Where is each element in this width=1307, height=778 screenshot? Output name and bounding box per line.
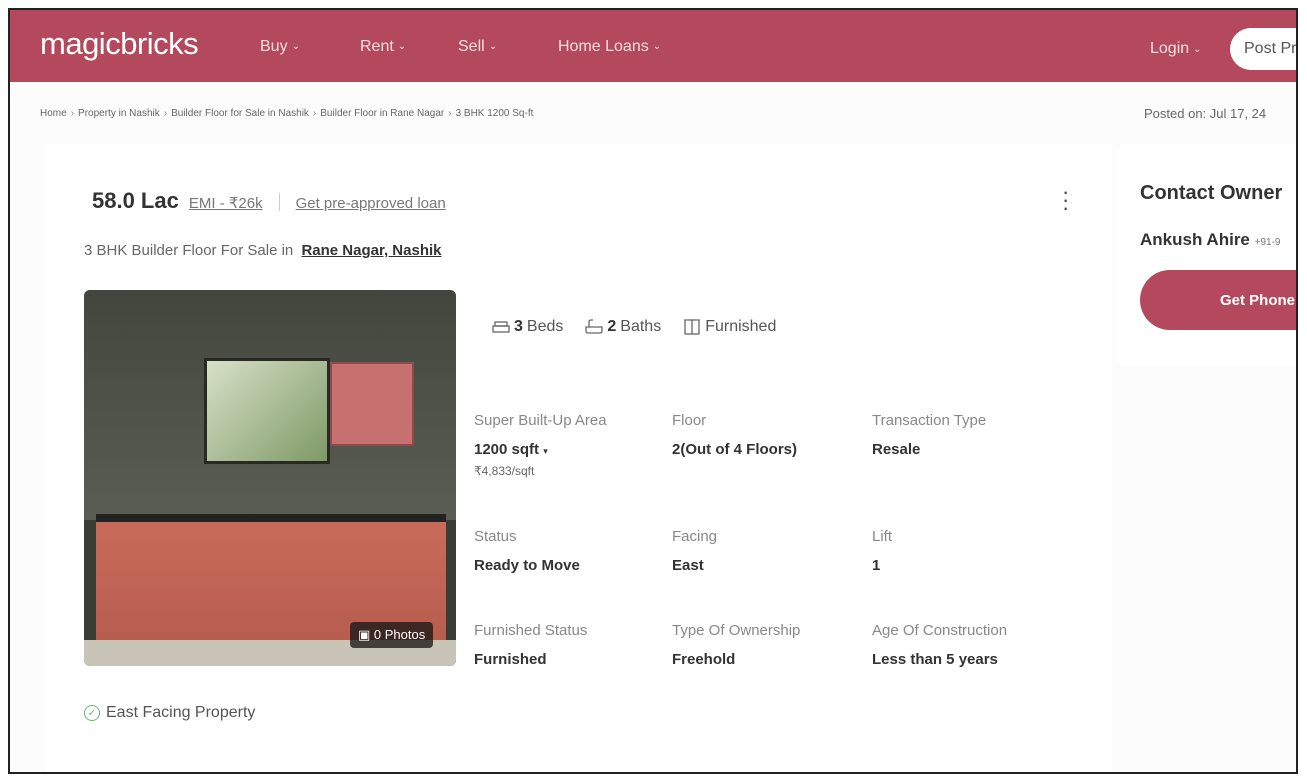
amenities-row: 3 Beds 2 Baths Furnished [492, 318, 776, 336]
detail-label: Transaction Type [872, 412, 987, 429]
breadcrumb-item[interactable]: Builder Floor for Sale in Nashik [171, 108, 309, 119]
contact-title: Contact Owner [1140, 182, 1283, 204]
detail-ownership: Type Of Ownership Freehold [672, 622, 852, 668]
detail-floor: Floor 2(Out of 4 Floors) [672, 412, 852, 458]
listing-card: 58.0 Lac EMI - ₹26k Get pre-approved loa… [46, 144, 1112, 772]
breadcrumb-item-current: 3 BHK 1200 Sq-ft [455, 108, 534, 119]
chevron-down-icon: ▾ [543, 446, 548, 456]
wardrobe-icon [684, 319, 700, 335]
beds-label: Beds [526, 318, 564, 335]
nav-buy[interactable]: Buy ⌄ [260, 38, 300, 56]
price-row: 58.0 Lac EMI - ₹26k Get pre-approved loa… [92, 188, 446, 214]
nav-label: Home Loans [558, 38, 649, 55]
bath-icon [585, 319, 604, 334]
detail-value: 1 [872, 557, 881, 574]
chevron-down-icon: ⌄ [652, 40, 662, 52]
nav-label: Sell [458, 38, 485, 55]
detail-age-of-construction: Age Of Construction Less than 5 years [872, 622, 1052, 668]
detail-label: Floor [672, 412, 707, 429]
breadcrumb-separator: › [448, 108, 452, 119]
chevron-down-icon: ⌄ [397, 40, 407, 52]
chevron-down-icon: ⌄ [291, 40, 300, 52]
emi-link[interactable]: EMI - ₹26k [189, 194, 263, 212]
login-menu[interactable]: Login ⌄ [1150, 40, 1202, 58]
detail-value: Freehold [672, 651, 736, 668]
bed-icon [492, 321, 510, 333]
post-property-button[interactable]: Post Pr [1230, 28, 1296, 70]
photos-count-badge[interactable]: ▣ 0 Photos [350, 622, 434, 648]
location-link[interactable]: Rane Nagar, Nashik [301, 242, 441, 259]
chevron-down-icon: ⌄ [1193, 43, 1202, 55]
breadcrumb-separator: › [163, 108, 168, 119]
nav-label: Rent [360, 38, 394, 55]
detail-value: Less than 5 years [872, 651, 998, 668]
detail-label: Facing [672, 528, 718, 545]
detail-label: Furnished Status [474, 622, 588, 639]
facing-highlight: ✓ East Facing Property [84, 704, 255, 722]
detail-super-built-up-area: Super Built-Up Area 1200 sqft ▾ ₹4,833/s… [474, 412, 654, 478]
posted-date: Posted on: Jul 17, 24 [1144, 106, 1267, 121]
detail-label: Type Of Ownership [672, 622, 801, 639]
breadcrumb-separator: › [312, 108, 317, 119]
breadcrumb-separator: › [70, 108, 75, 119]
browser-frame: magicbricks Buy ⌄ Rent ⌄ Sell ⌄ Home Loans ⌄… [8, 8, 1298, 774]
detail-value: East [672, 557, 704, 574]
baths-count: 2 [607, 318, 617, 335]
detail-value-text: 1200 sqft [474, 441, 540, 458]
gallery-icon: ▣ [358, 627, 371, 642]
photo-cabinet [330, 362, 414, 446]
price-per-sqft: ₹4,833/sqft [474, 464, 535, 478]
breadcrumb-item[interactable]: Builder Floor in Rane Nagar [320, 108, 444, 119]
detail-value: 2(Out of 4 Floors) [672, 441, 797, 458]
detail-facing: Facing East [672, 528, 852, 574]
baths-label: Baths [620, 318, 662, 335]
photo-window [204, 358, 330, 464]
photos-count: 0 Photos [373, 627, 426, 642]
nav-sell[interactable]: Sell ⌄ [458, 38, 497, 56]
contact-owner-panel: Contact Owner Ankush Ahire +91-9 Get Pho… [1118, 144, 1296, 366]
property-photo[interactable]: ▣ 0 Photos [84, 290, 456, 666]
login-label: Login [1150, 40, 1190, 57]
facing-note-text: East Facing Property [106, 704, 256, 721]
detail-label: Lift [872, 528, 893, 545]
detail-value: Furnished [474, 651, 547, 668]
get-phone-button[interactable]: Get Phone [1140, 270, 1296, 330]
detail-value[interactable]: 1200 sqft ▾ [474, 441, 654, 458]
amenity-beds: 3 Beds [492, 318, 563, 336]
detail-label: Age Of Construction [872, 622, 1008, 639]
detail-status: Status Ready to Move [474, 528, 654, 574]
owner-name: Ankush Ahire [1140, 230, 1250, 249]
amenity-furnished: Furnished [683, 318, 776, 336]
beds-count: 3 [514, 318, 523, 335]
nav-home-loans[interactable]: Home Loans ⌄ [558, 38, 661, 56]
chevron-down-icon: ⌄ [488, 40, 498, 52]
site-header: magicbricks Buy ⌄ Rent ⌄ Sell ⌄ Home Loans ⌄… [10, 10, 1296, 82]
pre-approved-loan-link[interactable]: Get pre-approved loan [296, 195, 446, 212]
detail-lift: Lift 1 [872, 528, 1052, 574]
breadcrumb: Home › Property in Nashik › Builder Floor … [40, 108, 533, 119]
amenity-baths: 2 Baths [585, 318, 661, 336]
detail-label: Status [474, 528, 517, 545]
price: 58.0 Lac [92, 188, 179, 213]
detail-furnished-status: Furnished Status Furnished [474, 622, 654, 668]
divider [278, 193, 280, 211]
furnished-label: Furnished [705, 318, 777, 335]
breadcrumb-item[interactable]: Home [40, 108, 67, 119]
detail-transaction-type: Transaction Type Resale [872, 412, 1052, 458]
listing-type: 3 BHK Builder Floor For Sale in [84, 242, 294, 259]
detail-label: Super Built-Up Area [474, 412, 607, 429]
site-logo[interactable]: magicbricks [40, 26, 199, 62]
breadcrumb-item[interactable]: Property in Nashik [78, 108, 160, 119]
nav-rent[interactable]: Rent ⌄ [360, 38, 406, 56]
check-circle-icon: ✓ [84, 705, 100, 721]
detail-value: Ready to Move [474, 557, 580, 574]
detail-value: Resale [872, 441, 921, 458]
owner-info: Ankush Ahire +91-9 [1140, 230, 1280, 250]
more-options-icon[interactable]: · · · [1062, 181, 1069, 219]
owner-phone: +91-9 [1254, 237, 1281, 248]
nav-label: Buy [260, 38, 288, 55]
listing-subtitle: 3 BHK Builder Floor For Sale in Rane Nag… [84, 242, 442, 259]
